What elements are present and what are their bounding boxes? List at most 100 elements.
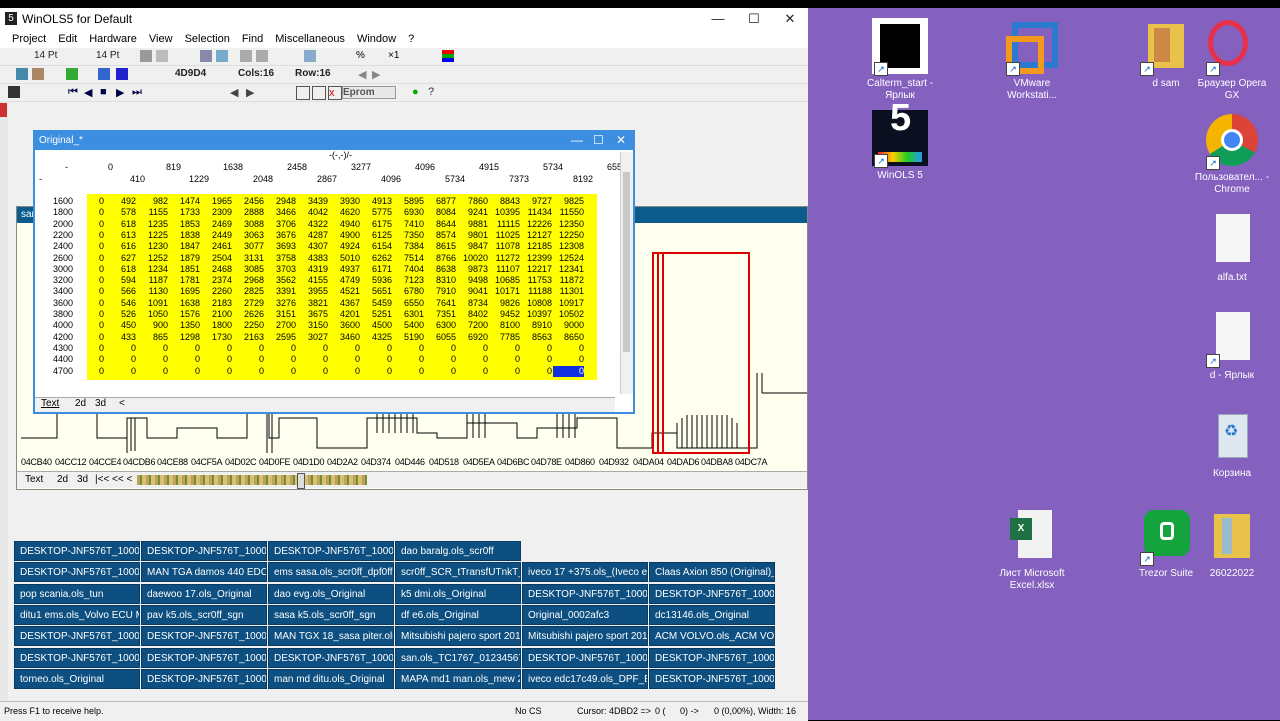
columns-icon[interactable] [200,50,212,62]
menu-hardware[interactable]: Hardware [83,30,143,48]
map-cell[interactable]: 1965 [201,196,232,207]
map-cell[interactable]: 4913 [361,196,392,207]
project-tab-button[interactable]: DESKTOP-JNF576T_100003. [141,541,267,561]
project-tab-button[interactable]: sasa k5.ols_scr0ff_sgn [268,604,394,625]
map-cell[interactable]: 0 [393,366,424,377]
map-cell[interactable]: 0 [73,230,104,241]
map-cell[interactable]: 4319 [297,264,328,275]
tab-3d[interactable]: 3d [95,398,106,409]
stop-icon[interactable]: ■ [100,86,112,98]
desktop-icon-folder2602[interactable]: 26022022 [1192,508,1272,580]
map-cell[interactable]: 0 [489,343,520,354]
desktop-icon-opera[interactable]: ↗ Браузер Opera GX [1192,18,1272,102]
map-cell[interactable]: 8563 [521,332,552,343]
map-cell[interactable]: 0 [73,264,104,275]
map-cell[interactable]: 1733 [169,207,200,218]
map-cell[interactable]: 12399 [521,253,552,264]
map-cell[interactable]: 8650 [553,332,584,343]
map-cell[interactable]: 5400 [393,320,424,331]
map-cell[interactable]: 12127 [521,230,552,241]
map-cell[interactable]: 3085 [233,264,264,275]
tab-2d[interactable]: 2d [75,398,86,409]
project-tab-button[interactable]: Mitsubishi pajero sport 2011 s [522,626,648,647]
map-cell[interactable]: 3131 [233,253,264,264]
map-cell[interactable]: 9847 [457,241,488,252]
columns-icon[interactable] [216,50,228,62]
map-cell[interactable]: 1130 [137,286,168,297]
project-tab-button[interactable]: DESKTOP-JNF576T_100014. [268,647,394,668]
map-cell[interactable]: 6262 [361,253,392,264]
map-cell[interactable]: 11872 [553,275,584,286]
map-cell[interactable]: 2469 [201,219,232,230]
map-cell[interactable]: 6930 [393,207,424,218]
map-cell[interactable]: 8638 [425,264,456,275]
map-cell[interactable]: 8615 [425,241,456,252]
project-tab-button[interactable]: san.ols_TC1767_0123456789 [395,647,521,668]
map-cell[interactable]: 0 [169,343,200,354]
back-icon[interactable]: ◀ [230,86,242,99]
map-cell[interactable]: 0 [73,343,104,354]
map-cell[interactable]: 6780 [393,286,424,297]
map-cell[interactable]: 2700 [265,320,296,331]
map-cell[interactable]: 1576 [169,309,200,320]
map-cell[interactable]: 0 [297,366,328,377]
map-cell[interactable]: 3088 [233,219,264,230]
map-cell[interactable]: 12217 [521,264,552,275]
map-cell[interactable]: 0 [73,253,104,264]
map-cell[interactable]: 4042 [297,207,328,218]
map-cell[interactable]: 12350 [553,219,584,230]
desktop-icon-calterm[interactable]: ↗ Calterm_start - Ярлык [860,18,940,102]
map-cell[interactable]: 0 [521,343,552,354]
map-cell[interactable]: 2888 [233,207,264,218]
map-cell[interactable]: 900 [137,320,168,331]
map-cell[interactable]: 450 [105,320,136,331]
project-tab-button[interactable]: DESKTOP-JNF576T_100012. [141,647,267,668]
project-tab-button[interactable]: dao evg.ols_Original [268,583,394,604]
map-cell[interactable]: 0 [265,366,296,377]
map-cell[interactable]: 4287 [297,230,328,241]
map-cell[interactable]: 3077 [233,241,264,252]
desktop-icon-winols5[interactable]: 5 ↗ WinOLS 5 [860,99,940,182]
factor-icon[interactable]: ×1 [388,50,400,62]
menu-miscellaneous[interactable]: Miscellaneous [269,30,351,48]
map-cell[interactable]: 492 [105,196,136,207]
menu-view[interactable]: View [143,30,179,48]
map-cell[interactable]: 618 [105,264,136,275]
scroll-thumb[interactable] [623,172,630,352]
map-close-button[interactable]: ✕ [616,133,626,147]
map-cell[interactable]: 3675 [297,309,328,320]
map-cell[interactable]: 0 [73,207,104,218]
map-cell[interactable]: 7410 [393,219,424,230]
map-cell[interactable]: 3151 [265,309,296,320]
map-cell[interactable]: 0 [73,196,104,207]
scroll-thumb[interactable] [297,473,305,489]
map-vertical-scrollbar[interactable] [620,152,633,394]
map-cell[interactable]: 2374 [201,275,232,286]
desktop-icon-recycle[interactable]: ♻ Корзина [1192,408,1272,480]
map-cell[interactable]: 8843 [489,196,520,207]
map-maximize-button[interactable]: ☐ [593,133,604,147]
map-cell[interactable]: 1234 [137,264,168,275]
project-tab-button[interactable]: MAPA md1 man.ols_mew 240 [395,668,521,689]
map-cell[interactable]: 3150 [297,320,328,331]
map-cell[interactable]: 12524 [553,253,584,264]
percent-icon[interactable]: % [356,50,368,62]
close-button[interactable]: ✕ [772,8,808,30]
map-cell[interactable]: 10808 [521,298,552,309]
map-cell[interactable]: 2260 [201,286,232,297]
menu-window[interactable]: Window [351,30,402,48]
map-cell[interactable]: 1091 [137,298,168,309]
overview-scrollbar[interactable] [137,475,367,485]
map-cell[interactable]: 4749 [329,275,360,286]
map-cell[interactable]: 0 [137,366,168,377]
info-icon[interactable]: ● [412,86,424,98]
map-cell[interactable]: 0 [393,354,424,365]
map-cell[interactable]: 0 [329,343,360,354]
desktop-icon-excel[interactable]: X Лист Microsoft Excel.xlsx [992,508,1072,592]
map-cell[interactable]: 0 [265,343,296,354]
map-cell[interactable]: 1187 [137,275,168,286]
map-cell[interactable]: 3439 [297,196,328,207]
project-tab-button[interactable]: ACM VOLVO.ols_ACM VOLVO_ [649,626,775,647]
map-cell[interactable]: 2163 [233,332,264,343]
edit-icon[interactable] [32,68,44,80]
